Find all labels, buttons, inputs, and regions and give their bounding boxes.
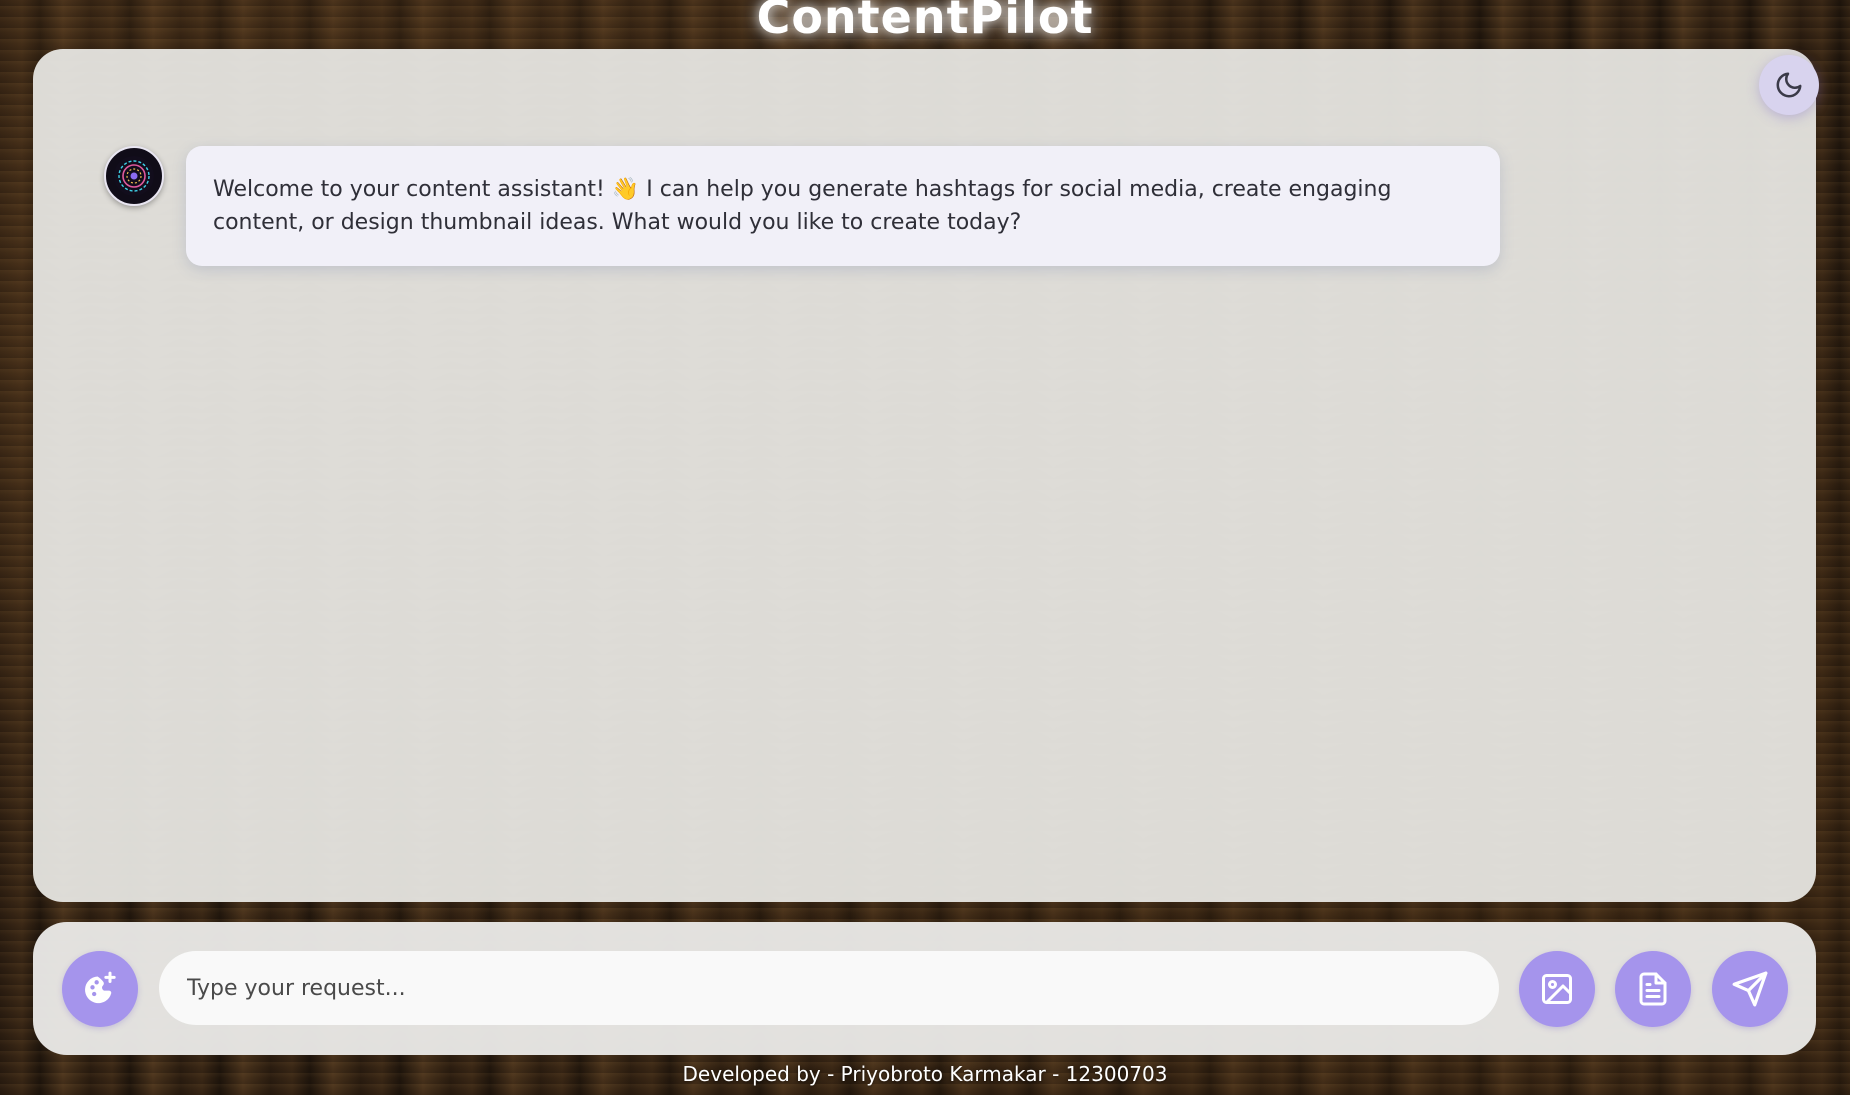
document-button[interactable] <box>1615 951 1691 1027</box>
send-icon <box>1731 970 1769 1008</box>
app-title: ContentPilot <box>756 0 1094 44</box>
image-icon <box>1539 971 1575 1007</box>
request-input[interactable] <box>159 951 1499 1025</box>
composer-bar <box>33 922 1816 1055</box>
bot-avatar <box>104 146 164 206</box>
content-tools-button[interactable] <box>62 951 138 1027</box>
message-bubble: Welcome to your content assistant! 👋 I c… <box>186 146 1500 266</box>
chat-panel: Welcome to your content assistant! 👋 I c… <box>33 49 1819 902</box>
palette-sparkle-icon <box>80 969 120 1009</box>
moon-icon <box>1774 70 1804 100</box>
footer-credit: Developed by - Priyobroto Karmakar - 123… <box>682 1062 1168 1086</box>
bot-message: Welcome to your content assistant! 👋 I c… <box>104 146 1500 266</box>
document-icon <box>1635 971 1671 1007</box>
image-button[interactable] <box>1519 951 1595 1027</box>
send-button[interactable] <box>1712 951 1788 1027</box>
theme-toggle-button[interactable] <box>1759 55 1819 115</box>
